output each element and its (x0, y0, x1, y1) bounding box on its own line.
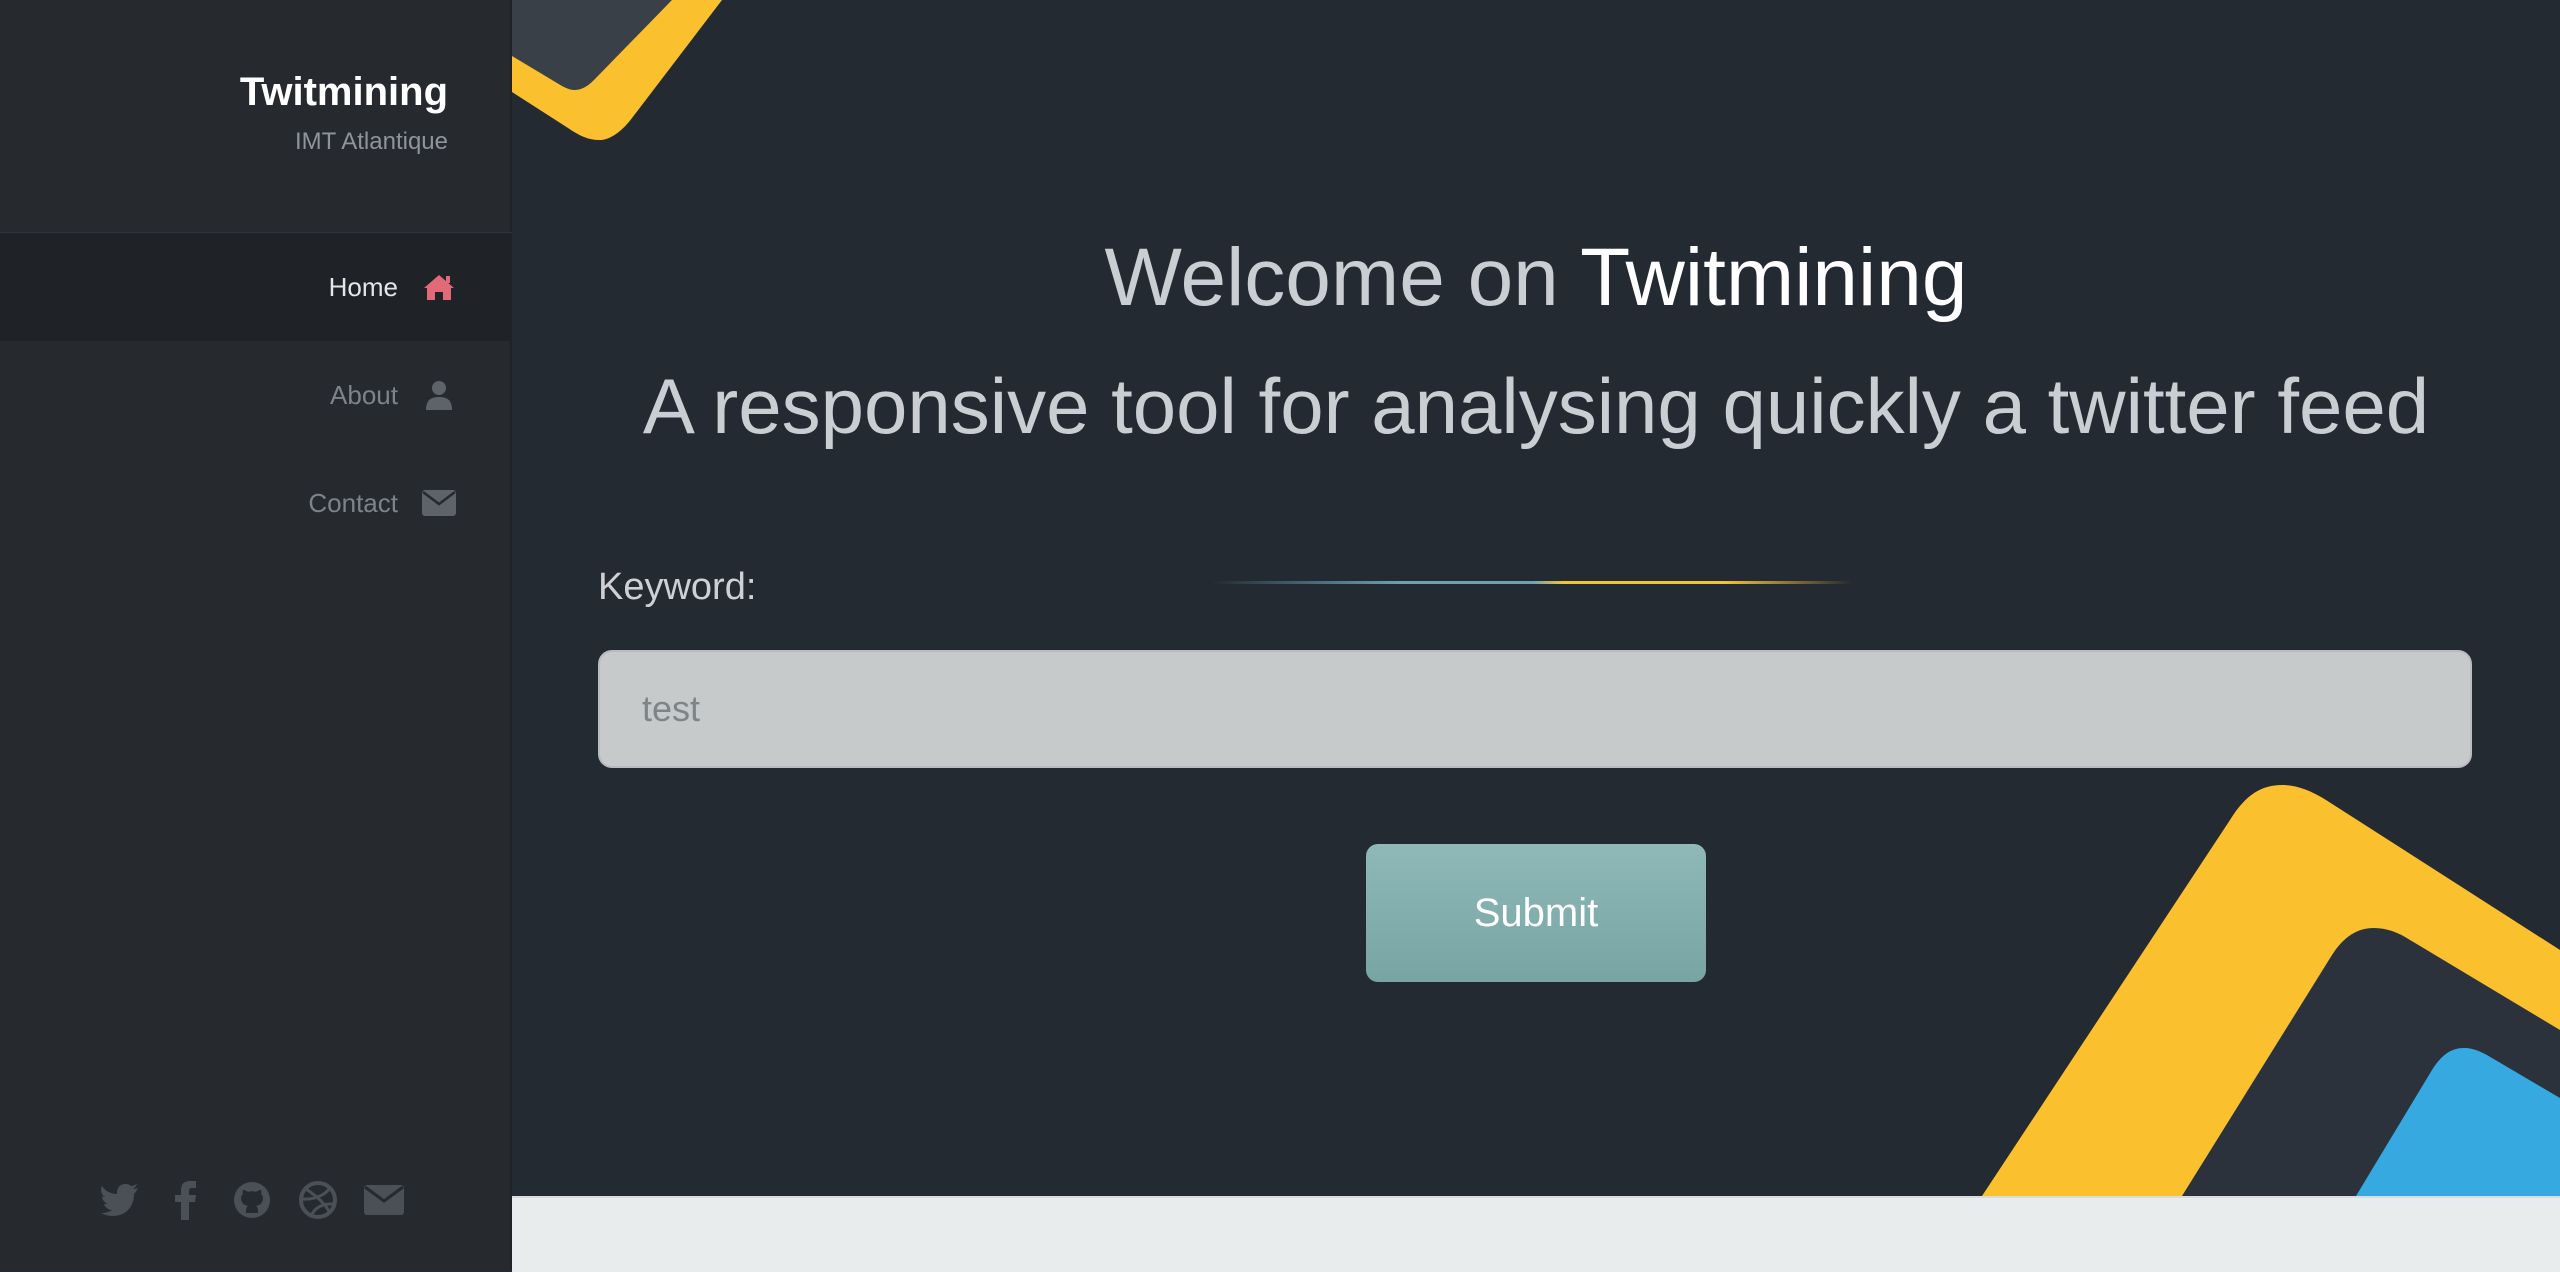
github-icon[interactable] (232, 1180, 272, 1220)
envelope-icon[interactable] (364, 1180, 404, 1220)
main-content: Welcome on Twitmining A responsive tool … (512, 0, 2560, 1196)
brand-subtitle: IMT Atlantique (295, 128, 448, 155)
title-accent: Twitmining (1580, 232, 1968, 323)
brand-title[interactable]: Twitmining (240, 68, 448, 116)
sidebar-item-label: Home (328, 271, 398, 302)
sidebar-item-contact[interactable]: Contact (0, 449, 512, 557)
dribbble-icon[interactable] (298, 1180, 338, 1220)
brand: Twitmining IMT Atlantique (240, 68, 448, 156)
sidebar: Twitmining IMT Atlantique Home About Con… (0, 0, 512, 1270)
keyword-input[interactable] (598, 650, 2472, 768)
twitter-icon[interactable] (100, 1180, 140, 1220)
keyword-label: Keyword: (598, 566, 757, 608)
footer-band (512, 1196, 2560, 1272)
title-prefix: Welcome on (1104, 232, 1559, 323)
sidebar-nav: Home About Contact (0, 233, 512, 557)
user-icon (422, 378, 456, 412)
submit-button[interactable]: Submit (1366, 844, 1706, 982)
sidebar-item-label: About (330, 379, 398, 410)
sidebar-item-home[interactable]: Home (0, 233, 512, 341)
facebook-icon[interactable] (166, 1180, 206, 1220)
page-subtitle: A responsive tool for analysing quickly … (642, 362, 2430, 450)
home-icon (422, 270, 456, 304)
decorative-shape-bottom (1982, 785, 2560, 1196)
sidebar-item-about[interactable]: About (0, 341, 512, 449)
decorative-divider (1212, 581, 1852, 584)
social-links (100, 1180, 404, 1220)
decorative-shape-top (512, 0, 722, 140)
envelope-icon (422, 486, 456, 520)
sidebar-item-label: Contact (308, 487, 398, 518)
page-title: Welcome on Twitmining (512, 228, 2560, 328)
